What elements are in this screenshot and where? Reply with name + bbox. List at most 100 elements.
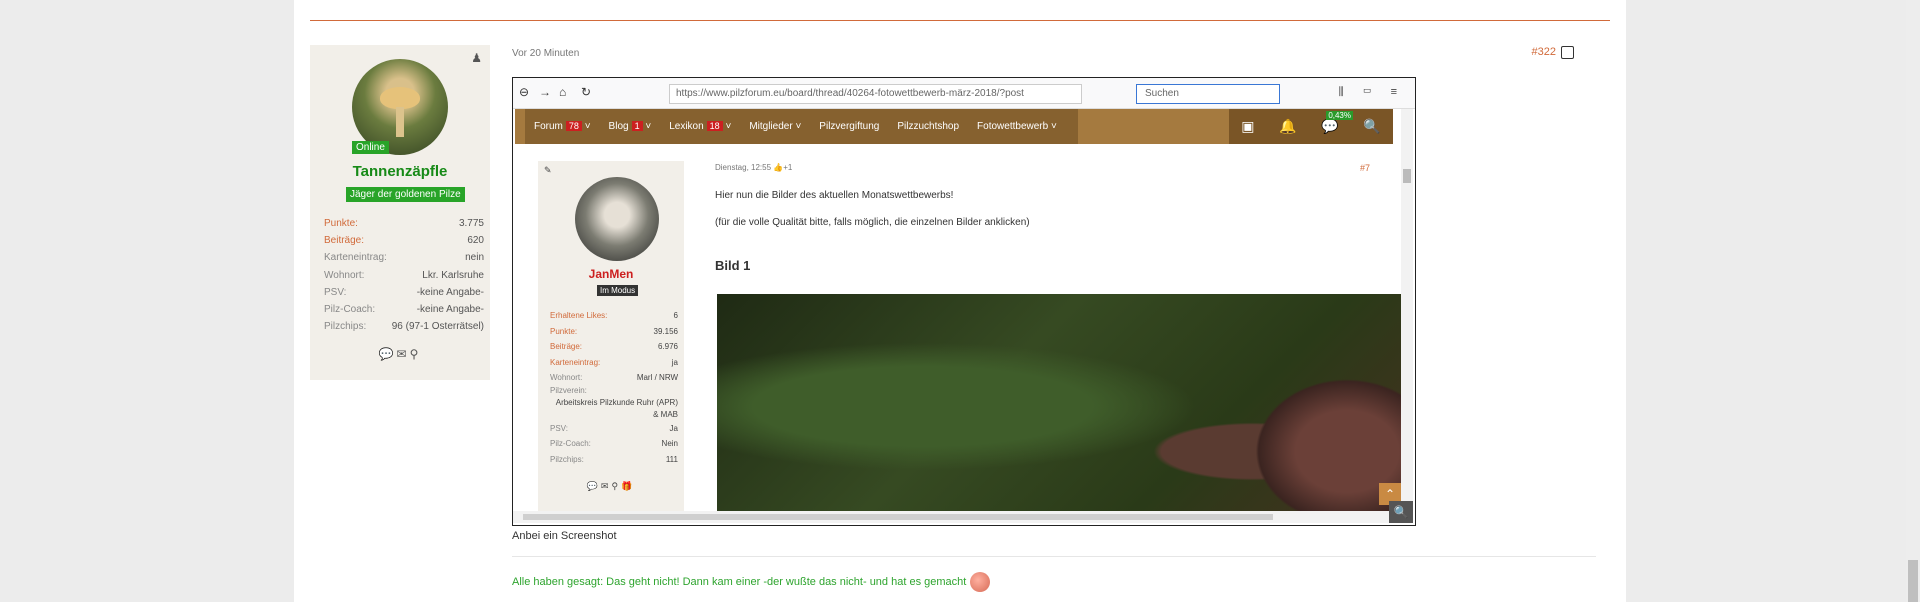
user-avatar-icon: ▣ (1241, 118, 1255, 134)
nav-user-area: ▣ 🔔 💬 🔍 0,43% (1229, 109, 1393, 144)
nav-item-forum: Forum 78 ˅ (534, 121, 591, 132)
scrollbar-thumb[interactable] (1908, 560, 1918, 602)
stat-key[interactable]: Beiträge: (324, 235, 364, 246)
person-icon[interactable]: ♟ (471, 51, 482, 65)
stat-row: PSV: Ja (550, 421, 678, 437)
nav-item-lexikon: Lexikon 18 ˅ (669, 121, 732, 132)
inner-avatar (575, 177, 659, 261)
stat-row: Wohnort: Lkr. Karlsruhe (324, 267, 484, 284)
post-caption: Anbei ein Screenshot (512, 530, 617, 542)
signature-divider (512, 556, 1596, 557)
browser-toolbar: ⊖ → ⌂ ↻ https://www.pilzforum.eu/board/t… (513, 78, 1415, 109)
inner-post-text: Hier nun die Bilder des aktuellen Monats… (715, 190, 954, 201)
stat-key: Wohnort: (550, 373, 583, 383)
stat-key: Punkte: (550, 326, 578, 336)
stat-key: Pilzchips: (550, 454, 584, 464)
inner-post-number: #7 (1359, 163, 1370, 173)
stat-row: PSV: -keine Angabe- (324, 284, 484, 301)
stat-row: Punkte: 3.775 (324, 215, 484, 232)
gift-icon: 🎁 (621, 481, 636, 491)
search-box: Suchen (1136, 84, 1280, 104)
nav-menu: Forum 78 ˅ Blog 1 ˅ Lexikon 18 ˅ Mitglieder… (525, 109, 1078, 144)
stat-value: Arbeitskreis Pilzkunde Ruhr (APR) & MAB (555, 397, 678, 419)
inner-author-actions: 💬✉⚲🎁 (538, 481, 684, 492)
stat-key: Pilzverein: (550, 385, 587, 395)
stat-value: Ja (669, 423, 678, 433)
stat-row: Pilz-Coach: -keine Angabe- (324, 301, 484, 318)
stat-value: -keine Angabe- (416, 304, 484, 316)
percent-badge: 0,43% (1326, 111, 1353, 120)
stat-value: 3.775 (458, 218, 484, 230)
forward-icon: → (539, 85, 551, 99)
nav-item-fotowettbewerb: Fotowettbewerb ˅ (977, 121, 1057, 132)
map-pin-icon: ⚲ (611, 481, 622, 491)
nav-item-mitglieder: Mitglieder ˅ (749, 121, 802, 132)
signature: Alle haben gesagt: Das geht nicht! Dann … (512, 572, 991, 592)
home-icon: ⌂ (559, 85, 567, 99)
stat-value: 39.156 (653, 326, 678, 336)
stat-row: Pilzchips: 111 (550, 452, 678, 468)
stat-row: Punkte: 39.156 (550, 324, 678, 340)
attached-screenshot[interactable]: ⊖ → ⌂ ↻ https://www.pilzforum.eu/board/t… (512, 77, 1416, 526)
author-name[interactable]: Tannenzäpfle (310, 163, 490, 180)
post-number[interactable]: #322 (1532, 46, 1556, 58)
stat-value: nein (465, 252, 484, 264)
stat-value: 111 (665, 454, 678, 464)
inner-author-stats: Erhaltene Likes: 6 Punkte: 39.156 Beiträge… (550, 308, 678, 467)
stat-key: Karteneintrag: (324, 252, 387, 264)
author-sidebar: ♟ Online Tannenzäpfle Jäger der goldenen… (310, 45, 490, 380)
stat-key: PSV: (550, 423, 568, 433)
inner-post-time: Dienstag, 12:55 👍+1 (715, 163, 793, 172)
stat-row: Karteneintrag: nein (324, 249, 484, 266)
mail-icon[interactable]: ✉ (397, 347, 410, 361)
messages-icon: 💬 (1321, 118, 1339, 134)
stat-key: Erhaltene Likes: (550, 311, 608, 321)
map-pin-icon[interactable]: ⚲ (410, 347, 422, 361)
bell-icon: 🔔 (1279, 118, 1297, 134)
stat-value: Lkr. Karlsruhe (422, 269, 484, 281)
zoom-icon: 🔍 (1389, 501, 1413, 523)
stat-value: -keine Angabe- (416, 286, 484, 298)
stat-value: Marl / NRW (636, 373, 678, 383)
stat-key: Karteneintrag: (550, 357, 601, 367)
stat-key: Beiträge: (550, 342, 583, 352)
stat-value: 6 (673, 311, 678, 321)
stat-value: 6.976 (657, 342, 678, 352)
stat-key: Pilzchips: (324, 321, 367, 333)
stat-row: Erhaltene Likes: 6 (550, 308, 678, 324)
page-scrollbar[interactable] (1906, 0, 1920, 602)
nav-item-pilzzuchtshop: Pilzzuchtshop (897, 121, 960, 132)
stat-value: Nein (661, 439, 678, 449)
stat-row: Pilzverein: Arbeitskreis Pilzkunde Ruhr (… (550, 386, 678, 421)
stat-row: Beiträge: 620 (324, 232, 484, 249)
mushroom-photo (717, 294, 1403, 519)
site-nav: Forum 78 ˅ Blog 1 ˅ Lexikon 18 ˅ Mitglieder… (515, 109, 1393, 144)
chat-icon[interactable]: 💬 (379, 347, 397, 361)
emoji-icon (970, 572, 991, 592)
stat-row: Karteneintrag: ja (550, 355, 678, 371)
select-post-checkbox[interactable] (1561, 46, 1574, 59)
stat-row: Pilzchips: 96 (97-1 Osterrätsel) (324, 318, 484, 335)
chat-icon: 💬 (586, 481, 601, 491)
thumbs-up-icon: 👍 (773, 163, 784, 172)
rank-badge: Jäger der goldenen Pilze (346, 187, 465, 202)
search-icon: 🔍 (1363, 118, 1381, 134)
back-icon: ⊖ (519, 85, 530, 99)
inner-post-heading: Bild 1 (715, 258, 751, 273)
stat-key: Pilz-Coach: (550, 439, 591, 449)
post-separator (310, 20, 1610, 21)
nav-item-blog: Blog 1 ˅ (608, 121, 652, 132)
stat-value: 620 (467, 235, 484, 247)
url-bar: https://www.pilzforum.eu/board/thread/40… (669, 84, 1082, 104)
author-actions: 💬✉⚲ (310, 347, 490, 361)
stat-row: Wohnort: Marl / NRW (550, 370, 678, 386)
vertical-scrollbar (1401, 109, 1413, 519)
inner-author-sidebar: ✎ JanMen Im Modus Erhaltene Likes: 6 Punk… (538, 161, 684, 519)
online-badge: Online (352, 141, 389, 154)
stat-key: PSV: (324, 286, 347, 298)
stat-value: ja (671, 357, 678, 367)
inner-author-name: JanMen (588, 267, 634, 281)
stat-key[interactable]: Punkte: (324, 218, 358, 229)
post-time[interactable]: Vor 20 Minuten (512, 48, 579, 59)
author-stats: Punkte: 3.775 Beiträge: 620 Karteneintrag:… (324, 215, 484, 335)
